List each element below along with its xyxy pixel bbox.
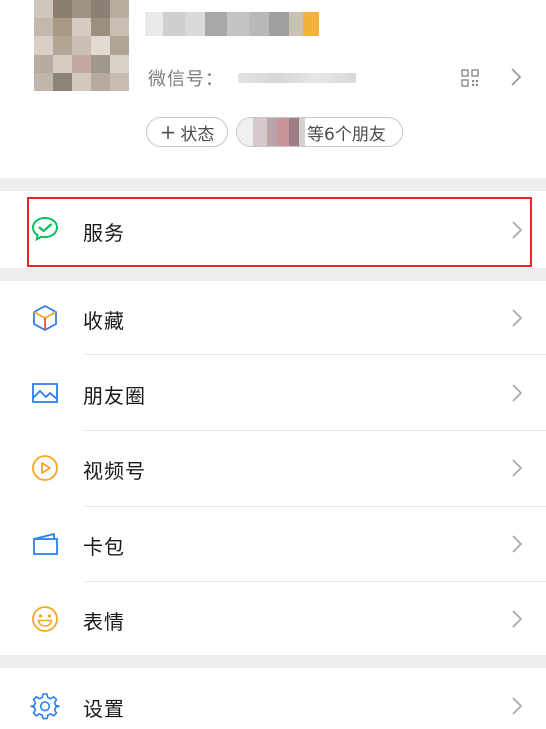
chevron-right-icon bbox=[511, 68, 522, 86]
section-separator bbox=[0, 655, 546, 668]
chevron-right-icon bbox=[512, 610, 523, 628]
menu-label-services: 服务 bbox=[83, 221, 125, 245]
menu-item-settings[interactable]: 设置 bbox=[0, 668, 546, 729]
play-icon bbox=[32, 455, 58, 481]
section-separator bbox=[0, 268, 546, 281]
wechat-id-blurred bbox=[238, 73, 356, 83]
menu-item-cards[interactable]: 卡包 bbox=[0, 507, 546, 582]
gear-icon bbox=[30, 693, 60, 720]
menu-label-stickers: 表情 bbox=[83, 610, 125, 634]
menu-label-channels: 视频号 bbox=[83, 459, 146, 483]
menu-item-favorites[interactable]: 收藏 bbox=[0, 281, 546, 355]
status-button[interactable]: + 状态 bbox=[146, 117, 228, 147]
menu-item-moments[interactable]: 朋友圈 bbox=[0, 355, 546, 431]
menu-label-moments: 朋友圈 bbox=[83, 384, 146, 408]
friends-count-label: 等6个朋友 bbox=[307, 124, 386, 145]
image-icon bbox=[32, 383, 58, 403]
wechat-id-row: 微信号： bbox=[148, 65, 356, 91]
nickname-blurred bbox=[145, 12, 325, 36]
chevron-right-icon bbox=[512, 535, 523, 553]
chevron-right-icon bbox=[512, 384, 523, 402]
cube-icon bbox=[33, 305, 57, 331]
menu-label-favorites: 收藏 bbox=[83, 309, 125, 333]
menu-label-cards: 卡包 bbox=[83, 535, 125, 559]
smile-icon bbox=[32, 606, 58, 632]
plus-icon: + bbox=[159, 120, 177, 144]
chevron-right-icon bbox=[512, 697, 523, 715]
chevron-right-icon bbox=[512, 459, 523, 477]
wallet-card-icon bbox=[33, 533, 58, 555]
friends-status-button[interactable]: 等6个朋友 bbox=[236, 117, 403, 147]
menu-item-channels[interactable]: 视频号 bbox=[0, 431, 546, 507]
friends-avatars-blurred bbox=[237, 118, 305, 146]
menu-item-stickers[interactable]: 表情 bbox=[0, 582, 546, 655]
profile-header[interactable]: 微信号： + 状态 等6个朋友 bbox=[0, 0, 546, 178]
menu-item-services[interactable]: 服务 bbox=[0, 191, 546, 268]
avatar[interactable] bbox=[34, 0, 129, 91]
wechat-id-label: 微信号： bbox=[148, 69, 224, 90]
chevron-right-icon bbox=[512, 309, 523, 327]
section-separator bbox=[0, 178, 546, 191]
status-label: 状态 bbox=[180, 124, 215, 145]
qr-code-icon[interactable] bbox=[460, 68, 480, 88]
chevron-right-icon bbox=[512, 221, 523, 239]
menu-label-settings: 设置 bbox=[83, 697, 125, 721]
wechat-pay-icon bbox=[31, 216, 59, 242]
